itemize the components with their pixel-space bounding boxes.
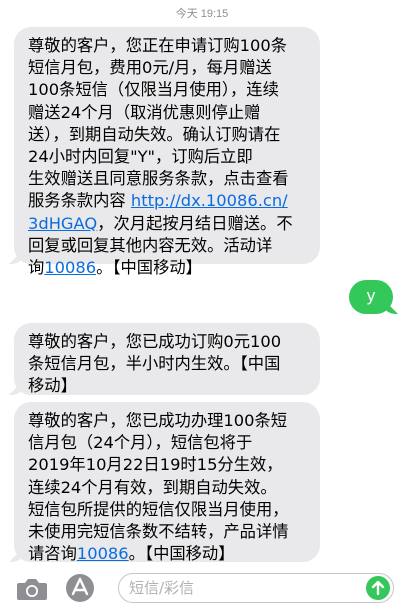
- message-line: 24小时内回复"Y"，订购后立即: [28, 147, 253, 167]
- message-line: 服务条款内容 http://dx.10086.cn/: [28, 190, 310, 212]
- send-arrow-icon[interactable]: [366, 576, 390, 600]
- message-line: 3dHGAQ，次月起按月结日赠送。不: [28, 213, 310, 235]
- message-line: 尊敬的客户，您已成功订购0元100: [28, 332, 282, 351]
- message-text: 服务条款内容: [28, 191, 131, 211]
- message-text: ，次月起按月结日赠送。不: [97, 213, 293, 233]
- terms-link-continued[interactable]: 3dHGAQ: [28, 214, 97, 233]
- incoming-message-confirmation[interactable]: 尊敬的客户，您已成功订购0元100 条短信月包，半小时内生效。【中国 移动】: [14, 323, 320, 395]
- message-line: 短信月包，费用0元/月，每月赠送: [28, 58, 272, 78]
- message-text: 。【中国移动】: [96, 258, 202, 278]
- message-line: 生效赠送且同意服务条款，点击查看: [28, 169, 289, 189]
- message-line: 请咨询10086。【中国移动】: [28, 543, 310, 565]
- message-text: 询: [28, 258, 45, 278]
- message-line: 未使用完短信条数不结转，产品详情: [28, 522, 289, 542]
- reply-text: y: [366, 286, 376, 305]
- phone-link-10086[interactable]: 10086: [44, 258, 96, 277]
- app-store-icon[interactable]: [63, 573, 97, 603]
- message-text: 。【中国移动】: [128, 544, 235, 564]
- outgoing-message-reply[interactable]: y: [349, 280, 393, 314]
- incoming-message-offer[interactable]: 尊敬的客户，您正在申请订购100条 短信月包，费用0元/月，每月赠送 100条短…: [14, 27, 320, 277]
- message-text: 请咨询: [28, 544, 77, 564]
- message-input[interactable]: [129, 578, 349, 598]
- incoming-message-activation[interactable]: 尊敬的客户，您已成功办理100条短 信月包（24个月），短信包将于 2019年1…: [14, 402, 320, 565]
- camera-icon[interactable]: [16, 576, 48, 602]
- composer-bar: [0, 570, 404, 605]
- message-line: 送），到期自动失效。确认订购请在: [28, 124, 281, 144]
- message-line: 短信包所提供的短信仅限当月使用，: [28, 499, 289, 519]
- message-line: 尊敬的客户，您正在申请订购100条: [28, 36, 288, 55]
- message-line: 询10086。【中国移动】: [28, 257, 310, 279]
- timestamp: 今天 19:15: [175, 8, 229, 20]
- message-line: 连续24个月有效，到期自动失效。: [28, 477, 277, 497]
- phone-link-10086[interactable]: 10086: [77, 544, 129, 563]
- message-line: 条短信月包，半小时内生效。【中国: [28, 354, 281, 374]
- message-line: 2019年10月22日19时15分生效，: [28, 455, 283, 475]
- terms-link[interactable]: http://dx.10086.cn/: [131, 191, 288, 210]
- message-line: 100条短信（仅限当月使用），连续: [28, 80, 279, 100]
- message-line: 赠送24个月（取消优惠则停止赠: [28, 102, 261, 122]
- message-line: 信月包（24个月），短信包将于: [28, 433, 253, 453]
- message-line: 尊敬的客户，您已成功办理100条短: [28, 411, 288, 430]
- message-input-container: [118, 573, 394, 603]
- message-line: 移动】: [28, 376, 77, 396]
- message-line: 回复或回复其他内容无效。活动详: [28, 235, 273, 255]
